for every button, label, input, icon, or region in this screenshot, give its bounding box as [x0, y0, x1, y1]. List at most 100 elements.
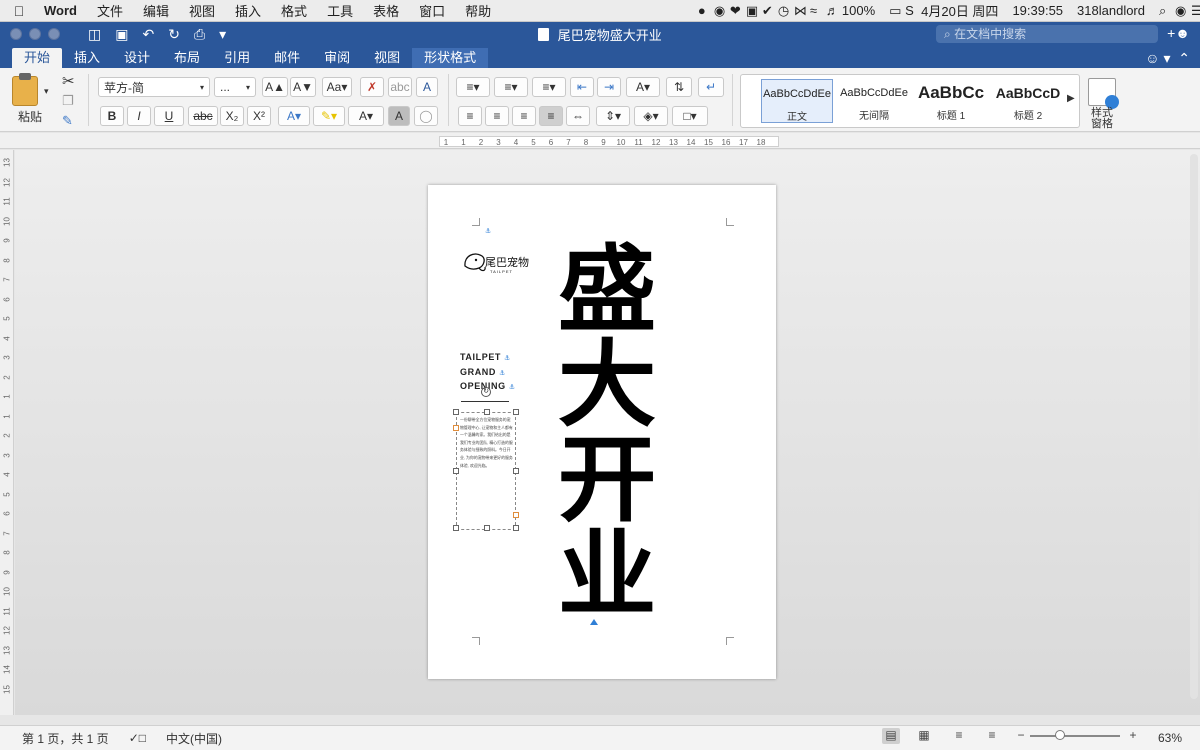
tab-home[interactable]: 开始	[12, 48, 63, 68]
asian-layout-button[interactable]: A▾	[626, 77, 660, 97]
styles-pane-label[interactable]: 样式 窗格	[1088, 108, 1116, 130]
resize-handle[interactable]	[453, 525, 459, 531]
grow-font-button[interactable]: A▲	[262, 77, 288, 97]
notification-center-icon[interactable]: ☰	[1184, 3, 1200, 19]
horizontal-ruler[interactable]: 1 1 2 3 4 5 6 7 8 9 10 11 12 13 14 15 16 17 18	[0, 133, 1200, 149]
zoom-button[interactable]	[48, 28, 60, 40]
redo-icon[interactable]: ↻	[168, 26, 180, 43]
clear-formatting-icon[interactable]: ✗	[360, 77, 384, 97]
customize-qat-icon[interactable]: ▾	[219, 26, 226, 43]
paste-dropdown-icon[interactable]: ▾	[44, 86, 49, 97]
styles-pane-icon[interactable]	[1088, 78, 1119, 109]
strikethrough-button[interactable]: abc	[188, 106, 218, 126]
resize-handle[interactable]	[513, 525, 519, 531]
zoom-in-icon[interactable]: +	[1124, 728, 1142, 744]
tab-design[interactable]: 设计	[112, 48, 162, 68]
resize-handle[interactable]	[513, 468, 519, 474]
menubar-user[interactable]: 318landlord	[1070, 3, 1152, 18]
share-icon[interactable]: +☻	[1167, 25, 1190, 41]
vertical-ruler[interactable]: 13 12 11 10 9 8 7 6 5 4 3 2 1 1 2 3 4 5 6 7 8 9 10 11 12 13 14 15	[0, 150, 14, 715]
superscript-button[interactable]: X²	[247, 106, 271, 126]
tab-layout[interactable]: 布局	[162, 48, 212, 68]
menu-insert[interactable]: 插入	[225, 1, 271, 20]
numbering-button[interactable]: ≡▾	[494, 77, 528, 97]
bold-button[interactable]: B	[100, 106, 124, 126]
minimize-button[interactable]	[29, 28, 41, 40]
character-border-icon[interactable]: A	[416, 77, 438, 97]
resize-handle[interactable]	[484, 409, 490, 415]
feedback-smiley-icon[interactable]: ☺ ▾ ⌃	[1145, 48, 1200, 68]
rotate-handle-icon[interactable]: ↻	[481, 387, 491, 397]
print-icon[interactable]: ⎙	[194, 26, 205, 43]
resize-handle[interactable]	[453, 409, 459, 415]
menubar-date[interactable]: 4月20日 周四	[914, 1, 1005, 20]
align-right-icon[interactable]: ≡	[512, 106, 536, 126]
menu-table[interactable]: 表格	[363, 1, 409, 20]
wechat-icon[interactable]: ●	[691, 3, 707, 19]
wifi-icon[interactable]: ≈	[803, 3, 819, 19]
save-icon[interactable]: ▣	[115, 26, 128, 43]
borders-button[interactable]: □▾	[672, 106, 708, 126]
tab-references[interactable]: 引用	[212, 48, 262, 68]
decrease-indent-icon[interactable]: ⇤	[570, 77, 594, 97]
apple-icon[interactable]: 	[0, 3, 38, 19]
vertical-scrollbar[interactable]	[1190, 154, 1198, 699]
close-button[interactable]	[10, 28, 22, 40]
menu-tools[interactable]: 工具	[317, 1, 363, 20]
style-heading-1[interactable]: AaBbCc 标题 1	[915, 79, 987, 123]
resize-handle[interactable]	[453, 468, 459, 474]
body-text-box[interactable]: 一份聊带全方位宠物服务的宠物管理中心, 让宠物和主人都有一个温馨的家。我们给出的…	[453, 409, 519, 531]
align-center-icon[interactable]: ≡	[485, 106, 509, 126]
status-icon[interactable]: ◉	[707, 3, 725, 19]
format-painter-icon[interactable]: ✎	[62, 113, 73, 129]
font-color-button[interactable]: A▾	[348, 106, 384, 126]
font-name-select[interactable]: 苹方-简 ▾	[98, 77, 210, 97]
tab-review[interactable]: 审阅	[312, 48, 362, 68]
print-layout-icon[interactable]: ▤	[882, 728, 900, 744]
search-input[interactable]: ⌕ 在文档中搜索	[936, 25, 1158, 43]
underline-button[interactable]: U	[154, 106, 184, 126]
increase-indent-icon[interactable]: ⇥	[597, 77, 621, 97]
justify-icon[interactable]: ≡	[539, 106, 563, 126]
text-effects-phonetic-icon[interactable]: abc	[388, 77, 412, 97]
change-case-button[interactable]: Aa▾	[322, 77, 352, 97]
text-effects-button[interactable]: A▾	[278, 106, 310, 126]
undo-icon[interactable]: ↶	[142, 26, 154, 43]
tray-app-icon[interactable]: ❤	[723, 3, 741, 19]
menu-help[interactable]: 帮助	[455, 1, 501, 20]
menu-app-word[interactable]: Word	[38, 3, 87, 18]
sidebar-toggle-icon[interactable]: ◫	[88, 26, 101, 43]
enclose-characters-icon[interactable]: ◯	[414, 106, 438, 126]
zoom-percent[interactable]: 63%	[1148, 731, 1192, 745]
text-link-handle[interactable]	[513, 512, 519, 518]
input-method-icon[interactable]: S	[898, 3, 914, 19]
language-status[interactable]: 中文(中国)	[156, 730, 232, 747]
menu-file[interactable]: 文件	[87, 1, 133, 20]
check-icon[interactable]: ✔	[755, 3, 773, 19]
menubar-time[interactable]: 19:39:55	[1005, 3, 1070, 18]
resize-handle[interactable]	[484, 525, 490, 531]
tab-insert[interactable]: 插入	[62, 48, 112, 68]
siri-icon[interactable]: ◉	[1168, 3, 1186, 19]
shrink-font-button[interactable]: A▼	[290, 77, 316, 97]
document-page[interactable]: ⚓ 尾巴宠物 TAILPET TAILPET ⚓ GRAND ⚓ OPENING…	[428, 185, 776, 679]
distributed-icon[interactable]: ⇔	[566, 106, 590, 126]
tab-view[interactable]: 视图	[362, 48, 412, 68]
style-heading-2[interactable]: AaBbCcD 标题 2	[992, 79, 1064, 123]
spotlight-icon[interactable]: ⌕	[1152, 3, 1168, 19]
text-link-handle[interactable]	[453, 425, 459, 431]
battery-icon[interactable]: ▭	[882, 3, 901, 19]
style-no-spacing[interactable]: AaBbCcDdEe 无间隔	[838, 79, 910, 123]
zoom-slider-knob[interactable]	[1055, 730, 1065, 740]
italic-button[interactable]: I	[127, 106, 151, 126]
time-machine-icon[interactable]: ◷	[771, 3, 789, 19]
line-spacing-button[interactable]: ⇕▾	[596, 106, 630, 126]
proofing-icon[interactable]: ✓□	[119, 731, 156, 745]
character-shading-icon[interactable]: A	[388, 106, 410, 126]
sort-icon[interactable]: ⇅	[666, 77, 692, 97]
paste-icon[interactable]	[12, 73, 38, 106]
show-formatting-marks-icon[interactable]: ↵	[698, 77, 724, 97]
page-count[interactable]: 第 1 页，共 1 页	[0, 730, 119, 747]
zoom-out-icon[interactable]: −	[1012, 728, 1030, 744]
menu-view[interactable]: 视图	[179, 1, 225, 20]
